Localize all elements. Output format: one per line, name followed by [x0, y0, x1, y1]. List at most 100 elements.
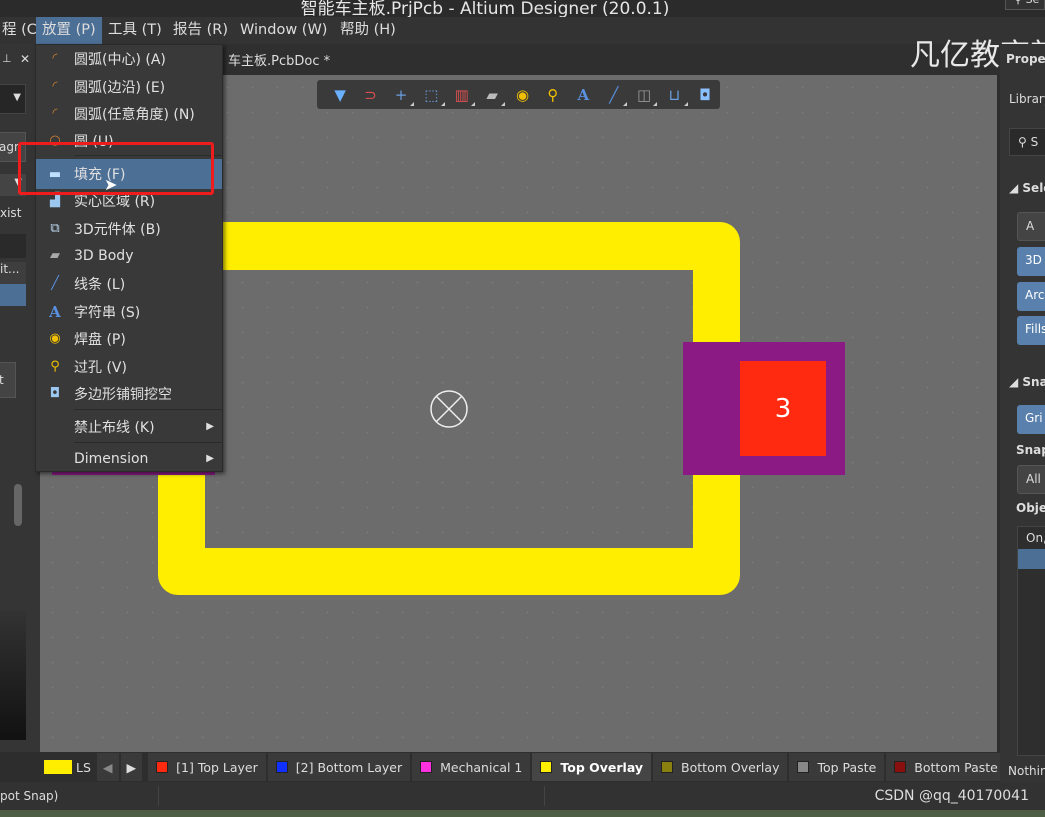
search-icon: ⚲ [1018, 135, 1031, 149]
panel-dropdown[interactable]: ▼ [0, 84, 26, 114]
layer-tab-label: Mechanical 1 [440, 759, 523, 775]
active-bar-toolbar: ▼ ⊃ + ⬚ ▥ ▰ ◉ ⚲ A ╱ ◫ ⊔ ◘ [317, 80, 720, 109]
layer-tab[interactable]: Bottom Paste [886, 753, 1006, 781]
menu-tools[interactable]: 工具 (T) [102, 17, 168, 44]
grid-button[interactable]: Gri [1017, 405, 1045, 434]
menu-bar: 程 (C) 放置 (P) 工具 (T) 报告 (R) Window (W) 帮助… [0, 17, 1045, 44]
arc-center-icon: ◜ [52, 51, 58, 66]
layer-color-swatch [275, 761, 288, 773]
menu-item-label: 多边形铺铜挖空 [74, 386, 172, 403]
title-bar: 智能车主板.PrjPcb - Altium Designer (20.0.1) … [0, 0, 1045, 19]
menu-item-line[interactable]: ╱ 线条 (L) [36, 270, 222, 297]
layer-color-swatch [420, 761, 433, 773]
layer-scroll-right[interactable]: ▶ [120, 753, 143, 781]
layer-color-swatch [894, 761, 907, 773]
polygon-icon[interactable]: ◘ [690, 83, 720, 107]
on-column-header: On, [1026, 531, 1045, 545]
filter-all-button[interactable]: A [1017, 212, 1045, 241]
menu-window[interactable]: Window (W) [234, 17, 333, 44]
layer-tab[interactable]: Bottom Overlay [653, 753, 788, 781]
menu-item-pad[interactable]: ◉ 焊盘 (P) [36, 325, 222, 352]
snap-magnet-icon[interactable]: ⊃ [355, 83, 385, 107]
filter-icon[interactable]: ▼ [325, 83, 355, 107]
panel-list-item-selected[interactable] [0, 284, 26, 306]
menu-item-keepout[interactable]: 禁止布线 (K) ▶ [36, 413, 222, 440]
menu-item-arc-edge[interactable]: ◜ 圆弧(边沿) (E) [36, 73, 222, 100]
current-layer-indicator[interactable]: LS [40, 753, 95, 781]
panel-input[interactable] [0, 234, 26, 258]
panel-button-2[interactable]: t [0, 362, 16, 398]
taskbar-strip [0, 810, 1045, 817]
menu-item-label: Dimension [74, 450, 149, 467]
menu-separator [74, 409, 222, 410]
global-search[interactable]: ⚲ Se [1005, 0, 1045, 10]
objects-row-selected[interactable] [1018, 549, 1045, 569]
via-icon[interactable]: ⚲ [538, 83, 568, 107]
layer-set-label: LS [76, 759, 91, 775]
menu-item-3d-body[interactable]: ▰ 3D Body [36, 242, 222, 269]
dimension-icon[interactable]: ◫ [629, 83, 659, 107]
menu-item-arc-center[interactable]: ◜ 圆弧(中心) (A) [36, 45, 222, 72]
snap-all-button[interactable]: All [1017, 465, 1045, 494]
menu-item-label: 线条 (L) [74, 276, 126, 293]
menu-item-label: 3D Body [74, 247, 134, 264]
menu-item-label: 焊盘 (P) [74, 331, 126, 348]
menu-help[interactable]: 帮助 (H) [334, 17, 402, 44]
menu-item-label: 过孔 (V) [74, 359, 127, 376]
text-icon[interactable]: A [568, 83, 598, 107]
string-icon: A [49, 302, 61, 321]
menu-item-arc-any[interactable]: ◜ 圆弧(任意角度) (N) [36, 100, 222, 127]
submenu-arrow-icon: ▶ [206, 421, 214, 432]
section-selection[interactable]: ◢ Sele [1009, 181, 1045, 195]
menu-item-3d-component-body[interactable]: ⧉ 3D元件体 (B) [36, 215, 222, 242]
layer-tab-label: Bottom Overlay [681, 759, 780, 775]
filter-3d-button[interactable]: 3D [1017, 247, 1045, 276]
layer-tab-label: Bottom Paste [914, 759, 998, 775]
filter-arcs-button[interactable]: Arc [1017, 282, 1045, 311]
layer-scroll-left[interactable]: ◀ [96, 753, 119, 781]
search-placeholder: Se [1026, 0, 1040, 6]
snap-label: Snap [1016, 443, 1045, 457]
align-icon[interactable]: ▥ [447, 83, 477, 107]
menu-place[interactable]: 放置 (P) [36, 17, 102, 44]
panel-list-item[interactable]: it... [0, 262, 26, 284]
layer-tab[interactable]: [1] Top Layer [148, 753, 266, 781]
menu-item-polygon-cutout[interactable]: ◘ 多边形铺铜挖空 [36, 380, 222, 407]
menu-item-via[interactable]: ⚲ 过孔 (V) [36, 353, 222, 380]
component-icon[interactable]: ▰ [477, 83, 507, 107]
line-icon[interactable]: ╱ [599, 83, 629, 107]
color-gradient [0, 610, 26, 740]
select-rect-icon[interactable]: ⬚ [416, 83, 446, 107]
pad[interactable]: 3 [740, 361, 826, 456]
menu-item-dimension[interactable]: Dimension ▶ [36, 445, 222, 472]
cross-add-icon[interactable]: + [386, 83, 416, 107]
document-tab[interactable]: 车主板.PcbDoc * [228, 50, 330, 69]
layer-color-swatch [661, 761, 674, 773]
scrollbar[interactable] [14, 484, 22, 526]
layer-tab[interactable]: Top Overlay [532, 753, 652, 781]
origin-marker-icon [430, 390, 468, 428]
room-icon[interactable]: ⊔ [659, 83, 689, 107]
menu-item-label: 3D元件体 (B) [74, 221, 161, 238]
menu-reports[interactable]: 报告 (R) [167, 17, 234, 44]
pin-icon[interactable]: ⊥ [2, 52, 12, 65]
section-label: Sele [1022, 181, 1045, 195]
arc-edge-icon: ◜ [52, 79, 58, 94]
menu-separator [74, 442, 222, 443]
menu-item-label: 圆弧(中心) (A) [74, 51, 166, 68]
properties-panel: Prope Library ⚲ S ◢ Sele A 3D Arc Fills … [1000, 44, 1045, 782]
layer-tab[interactable]: Top Paste [789, 753, 885, 781]
layer-color-swatch [540, 761, 553, 773]
close-icon[interactable]: ✕ [20, 52, 30, 66]
layer-tab[interactable]: Mechanical 1 [412, 753, 531, 781]
menu-item-label: 禁止布线 (K) [74, 419, 155, 436]
layer-tab[interactable]: [2] Bottom Layer [267, 753, 411, 781]
filter-fills-button[interactable]: Fills [1017, 316, 1045, 345]
layer-color-swatch [797, 761, 810, 773]
via-icon: ⚲ [50, 359, 60, 374]
menu-item-label: 圆弧(边沿) (E) [74, 79, 166, 96]
section-snap[interactable]: ◢ Snap [1009, 375, 1045, 389]
properties-search[interactable]: ⚲ S [1009, 128, 1045, 156]
pad-icon[interactable]: ◉ [507, 83, 537, 107]
menu-item-string[interactable]: A 字符串 (S) [36, 298, 222, 325]
